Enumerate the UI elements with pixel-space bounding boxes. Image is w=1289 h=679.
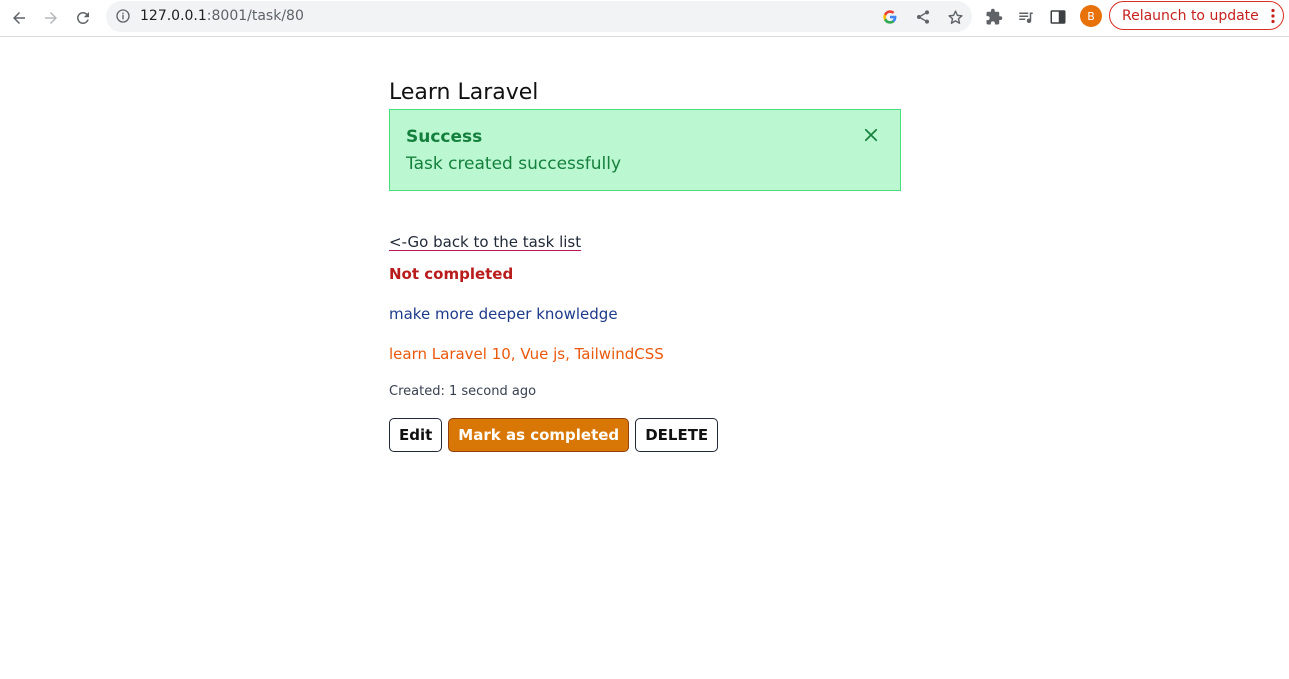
share-icon[interactable] (914, 8, 932, 26)
success-alert: Success Task created successfully (389, 109, 901, 191)
relaunch-label: Relaunch to update (1122, 7, 1259, 24)
browser-toolbar: 127.0.0.1:8001/task/80 B Relaunch to upd… (0, 0, 1289, 37)
info-icon[interactable] (115, 8, 131, 24)
back-button[interactable] (6, 5, 32, 31)
task-description: make more deeper knowledge (389, 305, 618, 323)
url-path: :8001/task/80 (206, 8, 304, 24)
alert-title: Success (406, 127, 483, 147)
reload-icon (76, 11, 89, 24)
google-icon[interactable] (881, 8, 899, 26)
relaunch-button[interactable]: Relaunch to update (1109, 1, 1284, 30)
alert-message: Task created successfully (406, 154, 622, 174)
url-text[interactable]: 127.0.0.1:8001/task/80 (140, 8, 304, 24)
media-queue-icon[interactable] (1016, 7, 1036, 27)
close-icon[interactable] (862, 126, 880, 144)
side-panel-icon[interactable] (1048, 7, 1068, 27)
created-timestamp: Created: 1 second ago (389, 384, 537, 399)
status-text: Not completed (389, 265, 514, 283)
page-title: Learn Laravel (389, 80, 539, 105)
extensions-icon[interactable] (984, 7, 1004, 27)
task-long-description: learn Laravel 10, Vue js, TailwindCSS (389, 345, 664, 363)
back-to-list-link[interactable]: <-Go back to the task list (389, 233, 581, 251)
delete-button[interactable]: DELETE (635, 418, 719, 452)
forward-button[interactable] (38, 5, 64, 31)
star-icon[interactable] (946, 8, 964, 26)
url-host: 127.0.0.1 (140, 8, 207, 24)
action-buttons: Edit Mark as completed DELETE (389, 418, 719, 452)
reload-button[interactable] (70, 5, 96, 31)
forward-arrow-icon (45, 12, 57, 24)
avatar-letter: B (1087, 9, 1095, 23)
address-bar[interactable]: 127.0.0.1:8001/task/80 (106, 1, 972, 32)
back-arrow-icon (13, 12, 25, 24)
mark-completed-button[interactable]: Mark as completed (448, 418, 630, 452)
avatar[interactable]: B (1080, 5, 1102, 27)
task-detail: Learn Laravel Success Task created succe… (389, 78, 901, 452)
more-vert-icon[interactable] (1271, 8, 1275, 24)
edit-button[interactable]: Edit (389, 418, 443, 452)
